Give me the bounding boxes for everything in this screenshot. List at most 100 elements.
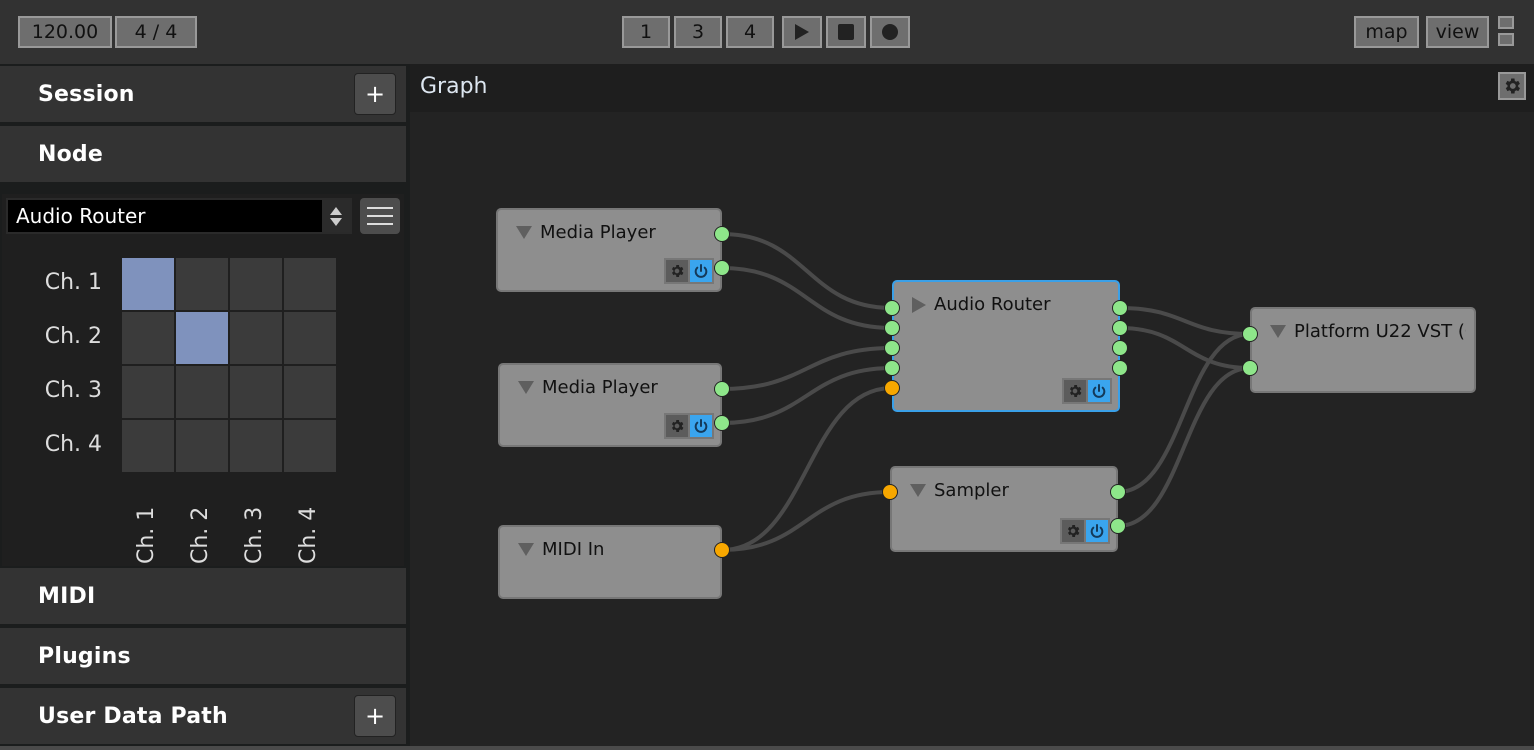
matrix-cell[interactable] xyxy=(284,420,336,472)
play-icon xyxy=(795,24,809,40)
graph-node-platform[interactable]: Platform U22 VST (Core Audio) xyxy=(1250,307,1476,393)
output-port-audio[interactable] xyxy=(1112,320,1128,336)
collapse-triangle-icon[interactable] xyxy=(518,381,534,394)
graph-node-mp2[interactable]: Media Player xyxy=(498,363,722,447)
output-port-audio[interactable] xyxy=(1110,484,1126,500)
section-session[interactable]: Session + xyxy=(0,66,406,122)
graph-node-mp1[interactable]: Media Player xyxy=(496,208,722,292)
node-controls xyxy=(664,413,714,439)
select-arrows-icon[interactable] xyxy=(322,200,350,232)
matrix-row-label: Ch. 2 xyxy=(44,324,102,349)
output-port-audio[interactable] xyxy=(714,381,730,397)
input-port-audio[interactable] xyxy=(884,300,900,316)
collapse-triangle-icon[interactable] xyxy=(518,543,534,556)
connection-wire[interactable] xyxy=(1117,332,1251,494)
node-selector[interactable]: Audio Router xyxy=(6,198,352,234)
loop-button-1[interactable]: 1 xyxy=(622,16,670,48)
time-signature-field[interactable]: 4 / 4 xyxy=(115,16,197,48)
record-button[interactable] xyxy=(870,16,910,48)
node-power-icon[interactable] xyxy=(1086,520,1108,542)
node-title-label: Sampler xyxy=(934,480,1009,501)
output-port-midi[interactable] xyxy=(714,542,730,558)
connection-wire[interactable] xyxy=(1117,366,1251,528)
input-port-audio[interactable] xyxy=(1242,360,1258,376)
stop-button[interactable] xyxy=(826,16,866,48)
graph-node-sampler[interactable]: Sampler xyxy=(890,466,1118,552)
matrix-cell[interactable] xyxy=(230,258,282,310)
node-power-icon[interactable] xyxy=(690,260,712,282)
input-port-audio[interactable] xyxy=(1242,326,1258,342)
node-settings-gear-icon[interactable] xyxy=(1064,380,1086,402)
graph-node-router[interactable]: Audio Router xyxy=(892,280,1120,412)
node-settings-gear-icon[interactable] xyxy=(666,415,688,437)
matrix-cell[interactable] xyxy=(122,366,174,418)
node-selector-value: Audio Router xyxy=(16,204,146,228)
node-panel: Audio Router Ch. 1 Ch. 2 Ch. 3 Ch. 4 Ch. 1 Ch… xyxy=(2,194,404,566)
matrix-cell[interactable] xyxy=(176,420,228,472)
sidebar: Session + Node Audio Router Ch. 1 Ch. 2 Ch… xyxy=(0,64,410,750)
output-port-audio[interactable] xyxy=(714,226,730,242)
layout-toggle-bottom[interactable] xyxy=(1498,33,1514,46)
node-settings-gear-icon[interactable] xyxy=(1062,520,1084,542)
node-title: Audio Router xyxy=(912,294,1051,315)
output-port-audio[interactable] xyxy=(1112,340,1128,356)
stop-icon xyxy=(838,24,854,40)
node-power-icon[interactable] xyxy=(690,415,712,437)
matrix-cell[interactable] xyxy=(230,366,282,418)
graph-node-midi[interactable]: MIDI In xyxy=(498,525,722,599)
section-session-title: Session xyxy=(38,81,135,107)
matrix-cell[interactable] xyxy=(284,312,336,364)
connection-wire[interactable] xyxy=(721,386,893,552)
section-plugins[interactable]: Plugins xyxy=(0,628,406,684)
input-port-audio[interactable] xyxy=(884,340,900,356)
section-user-data-path[interactable]: User Data Path + xyxy=(0,688,406,744)
graph-panel[interactable]: Graph Media Player Media Player MIDI In Aud… xyxy=(410,64,1534,746)
output-port-audio[interactable] xyxy=(714,260,730,276)
node-controls xyxy=(1062,378,1112,404)
matrix-cell[interactable] xyxy=(122,258,174,310)
loop-button-4[interactable]: 4 xyxy=(726,16,774,48)
play-button[interactable] xyxy=(782,16,822,48)
output-port-audio[interactable] xyxy=(1112,300,1128,316)
loop-button-3[interactable]: 3 xyxy=(674,16,722,48)
node-title-label: MIDI In xyxy=(542,539,605,560)
connection-wire[interactable] xyxy=(721,266,893,330)
expand-triangle-icon[interactable] xyxy=(912,296,926,313)
matrix-cell[interactable] xyxy=(230,420,282,472)
add-user-data-path-button[interactable]: + xyxy=(354,695,396,737)
section-node[interactable]: Node xyxy=(0,126,406,182)
view-button[interactable]: view xyxy=(1426,16,1489,48)
matrix-cell[interactable] xyxy=(284,258,336,310)
collapse-triangle-icon[interactable] xyxy=(1270,325,1286,338)
map-button[interactable]: map xyxy=(1354,16,1419,48)
node-menu-button[interactable] xyxy=(360,198,400,234)
output-port-audio[interactable] xyxy=(714,415,730,431)
matrix-cell[interactable] xyxy=(230,312,282,364)
output-port-audio[interactable] xyxy=(1112,360,1128,376)
tempo-field[interactable]: 120.00 xyxy=(18,16,112,48)
add-session-button[interactable]: + xyxy=(354,73,396,115)
collapse-triangle-icon[interactable] xyxy=(910,484,926,497)
top-toolbar: 120.00 4 / 4 1 3 4 map view xyxy=(0,0,1534,64)
matrix-cell[interactable] xyxy=(176,366,228,418)
input-port-midi[interactable] xyxy=(882,484,898,500)
node-title: Media Player xyxy=(516,222,656,243)
matrix-cell[interactable] xyxy=(176,258,228,310)
matrix-cell[interactable] xyxy=(122,312,174,364)
input-port-audio[interactable] xyxy=(884,360,900,376)
matrix-col-label: Ch. 3 xyxy=(242,506,267,564)
matrix-cell[interactable] xyxy=(122,420,174,472)
layout-toggle-top[interactable] xyxy=(1498,16,1514,29)
input-port-audio[interactable] xyxy=(884,320,900,336)
collapse-triangle-icon[interactable] xyxy=(516,226,532,239)
matrix-cell[interactable] xyxy=(284,366,336,418)
connection-wire[interactable] xyxy=(721,490,891,552)
input-port-midi[interactable] xyxy=(884,380,900,396)
node-power-icon[interactable] xyxy=(1088,380,1110,402)
section-midi-title: MIDI xyxy=(38,583,96,609)
node-title: Platform U22 VST (Core Audio) xyxy=(1270,321,1466,342)
node-settings-gear-icon[interactable] xyxy=(666,260,688,282)
section-midi[interactable]: MIDI xyxy=(0,568,406,624)
matrix-cell[interactable] xyxy=(176,312,228,364)
output-port-audio[interactable] xyxy=(1110,518,1126,534)
